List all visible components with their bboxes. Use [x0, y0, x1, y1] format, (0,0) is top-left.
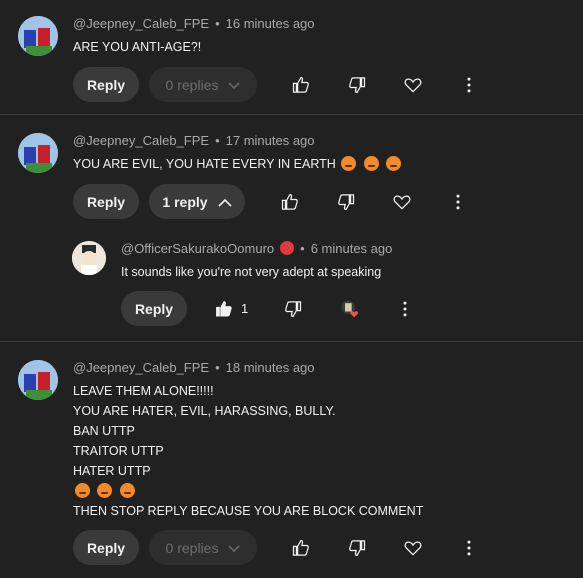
comment-author-line: @Jeepney_Caleb_FPE • 18 minutes ago [73, 360, 315, 375]
heart-icon[interactable] [392, 192, 412, 212]
angry-emoji-icon [97, 483, 113, 498]
more-options-icon[interactable] [448, 192, 468, 212]
comment-author[interactable]: @Jeepney_Caleb_FPE [73, 133, 209, 148]
angry-emoji-icon [386, 156, 402, 171]
comment-author[interactable]: @Jeepney_Caleb_FPE [73, 360, 209, 375]
avatar[interactable] [18, 360, 58, 400]
replies-count-label: 1 reply [162, 193, 208, 210]
like-icon-filled[interactable] [214, 299, 234, 319]
comment-emoji-line [73, 481, 137, 501]
reply-text: It sounds like you're not very adept at … [121, 265, 382, 279]
heart-icon[interactable] [403, 538, 423, 558]
comment-text-line: HATER UTTP [73, 464, 151, 478]
view-replies-button[interactable]: 0 replies [149, 67, 257, 102]
reply-avatar[interactable] [72, 241, 106, 275]
separator-dot: • [215, 133, 220, 148]
more-options-icon[interactable] [459, 75, 479, 95]
like-icon[interactable] [291, 538, 311, 558]
avatar[interactable] [18, 133, 58, 173]
dislike-icon[interactable] [347, 538, 367, 558]
comment-text-line: YOU ARE HATER, EVIL, HARASSING, BULLY. [73, 404, 336, 418]
like-icon[interactable] [280, 192, 300, 212]
more-options-icon[interactable] [395, 299, 415, 319]
dislike-icon[interactable] [347, 75, 367, 95]
angry-emoji-icon [119, 483, 135, 498]
comment-text-line: THEN STOP REPLY BECAUSE YOU ARE BLOCK CO… [73, 504, 424, 518]
reply-button[interactable]: Reply [121, 291, 187, 326]
reply-button[interactable]: Reply [73, 67, 139, 102]
verified-badge-icon [280, 241, 295, 255]
separator-dot: • [215, 16, 220, 31]
comment-text-line: BAN UTTP [73, 424, 135, 438]
divider [0, 114, 583, 115]
angry-emoji-icon [363, 156, 379, 171]
heart-icon[interactable] [403, 75, 423, 95]
separator-dot: • [300, 241, 305, 256]
dislike-icon[interactable] [283, 299, 303, 319]
comment-text-line: LEAVE THEM ALONE!!!!! [73, 384, 214, 398]
comment-author[interactable]: @Jeepney_Caleb_FPE [73, 16, 209, 31]
comment-text: ARE YOU ANTI-AGE?! [73, 40, 202, 54]
comment-text: YOU ARE EVIL, YOU HATE EVERY IN EARTH [73, 157, 336, 171]
like-icon[interactable] [291, 75, 311, 95]
angry-emoji-icon [75, 483, 90, 498]
separator-dot: • [215, 360, 220, 375]
chevron-up-icon [217, 194, 232, 210]
chevron-down-icon [228, 77, 240, 93]
like-count: 1 [241, 301, 249, 316]
comment-text-line: TRAITOR UTTP [73, 444, 164, 458]
comment-time[interactable]: 18 minutes ago [226, 360, 315, 375]
dislike-icon[interactable] [336, 192, 356, 212]
avatar[interactable] [18, 16, 58, 56]
angry-emoji-icon [341, 156, 357, 171]
comment-author-line: @Jeepney_Caleb_FPE • 17 minutes ago [73, 133, 315, 148]
chevron-down-icon [228, 540, 240, 556]
reply-author-line: @OfficerSakurakoOomuro • 6 minutes ago [121, 241, 392, 256]
hide-replies-button[interactable]: 1 reply [149, 184, 245, 219]
creator-heart-icon [340, 299, 360, 319]
divider [0, 341, 583, 342]
reply-button[interactable]: Reply [73, 530, 139, 565]
reply-author[interactable]: @OfficerSakurakoOomuro [121, 241, 274, 256]
comment-time[interactable]: 17 minutes ago [226, 133, 315, 148]
view-replies-button[interactable]: 0 replies [149, 530, 257, 565]
more-options-icon[interactable] [459, 538, 479, 558]
reply-button[interactable]: Reply [73, 184, 139, 219]
replies-count-label: 0 replies [165, 539, 219, 556]
comment-text-line: YOU ARE EVIL, YOU HATE EVERY IN EARTH [73, 154, 403, 174]
comment-time[interactable]: 16 minutes ago [226, 16, 315, 31]
comment-author-line: @Jeepney_Caleb_FPE • 16 minutes ago [73, 16, 315, 31]
replies-count-label: 0 replies [165, 76, 219, 93]
reply-time[interactable]: 6 minutes ago [311, 241, 393, 256]
